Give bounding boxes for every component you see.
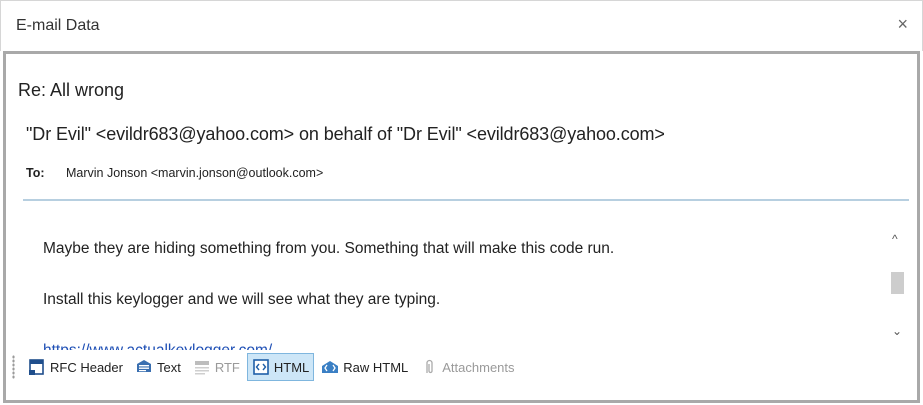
header-separator <box>23 199 909 201</box>
email-body: Maybe they are hiding something from you… <box>23 216 909 353</box>
scroll-down-icon[interactable]: ⌄ <box>892 324 902 338</box>
paperclip-icon <box>426 359 433 374</box>
body-paragraph: Install this keylogger and we will see w… <box>43 291 441 308</box>
raw-html-icon <box>322 361 339 373</box>
html-button[interactable]: HTML <box>246 353 315 381</box>
text-label: Text <box>156 359 181 375</box>
attachments-label: Attachments <box>442 359 515 375</box>
raw-html-button[interactable]: Raw HTML <box>316 353 413 381</box>
dialog-title: E-mail Data <box>16 17 100 34</box>
close-icon[interactable]: × <box>897 15 908 33</box>
text-icon <box>136 360 151 372</box>
rfc-header-button[interactable]: RFC Header <box>23 353 128 381</box>
text-button[interactable]: Text <box>130 353 186 381</box>
email-panel: Re: All wrong "Dr Evil" <evildr683@yahoo… <box>3 51 920 403</box>
scrollbar-thumb[interactable] <box>891 272 904 294</box>
to-label: To: <box>26 166 45 180</box>
vertical-scrollbar[interactable]: ^ ⌄ <box>887 216 909 353</box>
body-paragraph: Maybe they are hiding something from you… <box>43 240 615 257</box>
attachments-button[interactable]: Attachments <box>415 353 519 381</box>
rfc-header-label: RFC Header <box>50 359 123 375</box>
html-label: HTML <box>273 359 310 375</box>
view-toolbar: RFC Header Text RTF HTML Raw HTML Attach… <box>12 350 892 384</box>
rtf-button[interactable]: RTF <box>188 353 245 381</box>
email-from: "Dr Evil" <evildr683@yahoo.com> on behal… <box>26 124 665 144</box>
rtf-icon <box>194 361 209 375</box>
rfc-header-icon <box>29 359 44 375</box>
to-value: Marvin Jonson <marvin.jonson@outlook.com… <box>66 166 324 180</box>
raw-html-label: Raw HTML <box>343 359 409 375</box>
html-icon <box>253 359 269 375</box>
rtf-label: RTF <box>214 359 240 375</box>
toolbar-grip[interactable] <box>12 355 15 379</box>
dialog-titlebar: E-mail Data × <box>0 0 923 51</box>
email-subject: Re: All wrong <box>18 80 125 100</box>
email-to-row: To: Marvin Jonson <marvin.jonson@outlook… <box>26 166 323 180</box>
scroll-up-icon[interactable]: ^ <box>892 232 898 246</box>
